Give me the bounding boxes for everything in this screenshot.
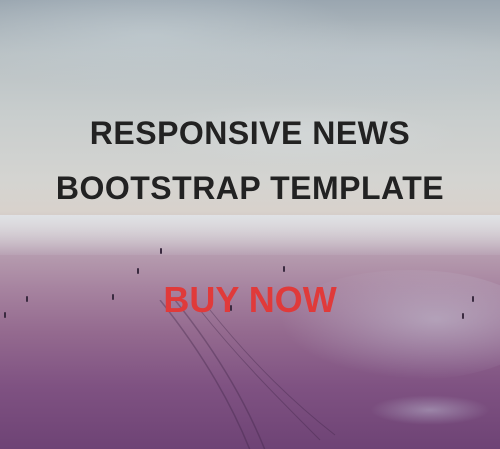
background-tide-pool-small [370,395,490,425]
background-sea [0,215,500,255]
background-tire-tracks [159,300,336,449]
headline-line-1: RESPONSIVE NEWS [89,115,411,151]
buy-now-button[interactable]: BUY NOW [150,280,350,320]
promo-banner: RESPONSIVE NEWS BOOTSTRAP TEMPLATE BUY N… [0,0,500,449]
headline-line-2: BOOTSTRAP TEMPLATE [55,170,445,206]
